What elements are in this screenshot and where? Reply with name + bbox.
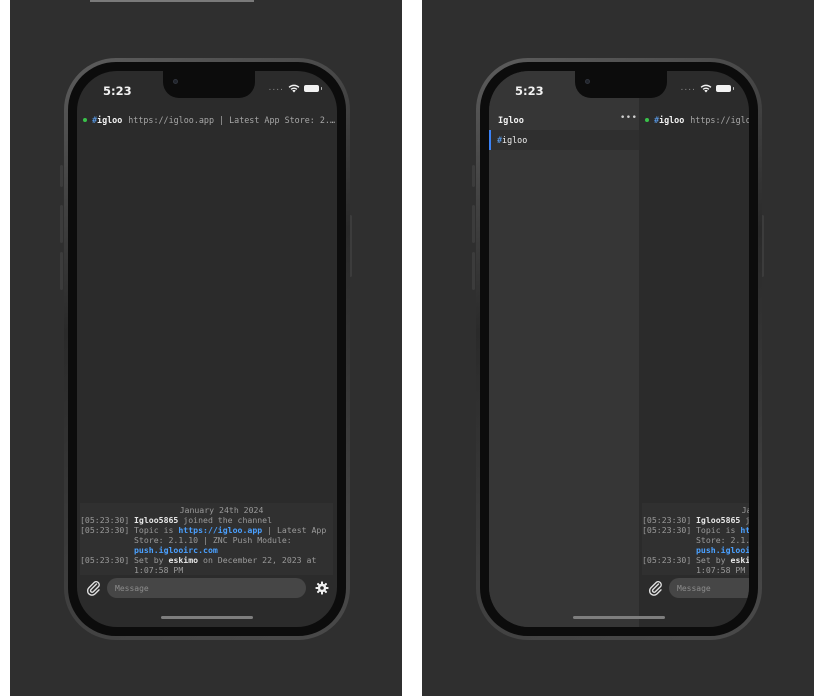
status-time: 5:23 [103,84,132,98]
silent-switch [472,165,475,187]
more-options-icon[interactable]: ••• [620,113,637,123]
message-text: Set by [134,555,169,565]
message-row: [05:23:30] Igloo5865 joined the channel [80,515,333,525]
push-module-link[interactable]: push.iglooirc.com [134,545,218,555]
online-status-dot [83,118,87,122]
home-indicator[interactable] [161,616,253,619]
message-timestamp: [05:23:30] [80,555,130,565]
message-input[interactable] [669,578,749,598]
message-row: [05:23:30] Igloo5865 joined the channel [642,515,749,525]
home-indicator[interactable] [573,616,665,619]
message-text: joined the channel [178,515,273,525]
paperclip-icon[interactable] [85,579,103,597]
message-text: Topic is [696,525,741,535]
topic-link[interactable]: https://igloo.app [740,525,749,535]
phone-frame: Igloo ••• #igloo # igloo https://igloo.a… [476,58,762,640]
channel-topic-bar[interactable]: # igloo https://igloo.app | Latest App S… [83,112,335,128]
message-composer [77,576,337,600]
message-log: January 24th 2024 [05:23:30] Igloo5865 j… [80,503,333,575]
date-separator: January 24th 2024 [741,505,749,515]
topic-link[interactable]: https://igloo.app [178,525,262,535]
paperclip-icon[interactable] [647,579,665,597]
message-row: [05:23:30] Set by eskimo on December 22,… [642,555,749,575]
message-text: Topic is [134,525,179,535]
wifi-icon [700,84,712,92]
camera-icon [585,79,590,84]
phone-screen: 5:23 .... # igloo https://igloo.app | La… [77,71,337,627]
message-row: [05:23:30] Topic is https://igloo.app | … [642,525,749,555]
channel-view-shifted: # igloo https://igloo.app | Latest App S… [639,71,749,627]
message-input[interactable] [107,578,306,598]
channel-topic: https://igloo.app | Latest App Store: 2.… [128,115,335,125]
message-log: January 24th 2024 [05:23:30] Igloo5865 j… [642,503,749,575]
message-nick[interactable]: Igloo5865 [696,515,740,525]
status-bar: 5:23 .... [489,71,749,111]
message-timestamp: [05:23:30] [642,525,692,535]
message-timestamp: [05:23:30] [80,525,130,535]
dynamic-island [575,71,667,98]
message-composer [639,576,749,600]
channel-topic: https://igloo.app | Latest App Store: 2.… [690,115,749,125]
battery-icon [716,84,734,92]
message-timestamp: [05:23:30] [642,555,692,565]
battery-icon [304,84,322,92]
dynamic-island [163,71,255,98]
phone-frame: 5:23 .... # igloo https://igloo.app | La… [64,58,350,640]
message-nick[interactable]: Igloo5865 [134,515,178,525]
message-nick[interactable]: eskimo [731,555,749,565]
top-divider [90,0,254,2]
sidebar-item-igloo[interactable]: # igloo [489,130,639,150]
volume-down-button [60,252,63,290]
screenshot-panel-sidebar-open: Igloo ••• #igloo # igloo https://igloo.a… [422,0,814,696]
phone-screen: Igloo ••• #igloo # igloo https://igloo.a… [489,71,749,627]
online-status-dot [645,118,649,122]
channel-name: igloo [97,115,123,125]
date-separator: January 24th 2024 [179,505,264,515]
status-bar: 5:23 .... [77,71,337,111]
wifi-icon [288,84,300,92]
volume-up-button [472,205,475,243]
signal-icon: .... [680,83,696,93]
network-sidebar: Igloo ••• # igloo [489,71,639,627]
signal-icon: .... [268,83,284,93]
message-row: [05:23:30] Set by eskimo on December 22,… [80,555,333,575]
push-module-link[interactable]: push.iglooirc.com [696,545,749,555]
channel-name: igloo [659,115,685,125]
volume-down-button [472,252,475,290]
camera-icon [173,79,178,84]
volume-up-button [60,205,63,243]
channel-topic-bar[interactable]: # igloo https://igloo.app | Latest App S… [645,112,749,128]
screenshot-panel-channel: 5:23 .... # igloo https://igloo.app | La… [10,0,402,696]
message-text: Set by [696,555,731,565]
network-title: Igloo [498,116,524,126]
message-nick[interactable]: eskimo [169,555,199,565]
message-timestamp: [05:23:30] [80,515,130,525]
message-text: joined the channel [745,515,749,525]
message-timestamp: [05:23:30] [642,515,692,525]
silent-switch [60,165,63,187]
message-row: [05:23:30] Topic is https://igloo.app | … [80,525,333,555]
gear-icon[interactable] [315,581,329,595]
sidebar-item-label: igloo [502,135,528,145]
status-time: 5:23 [515,84,544,98]
